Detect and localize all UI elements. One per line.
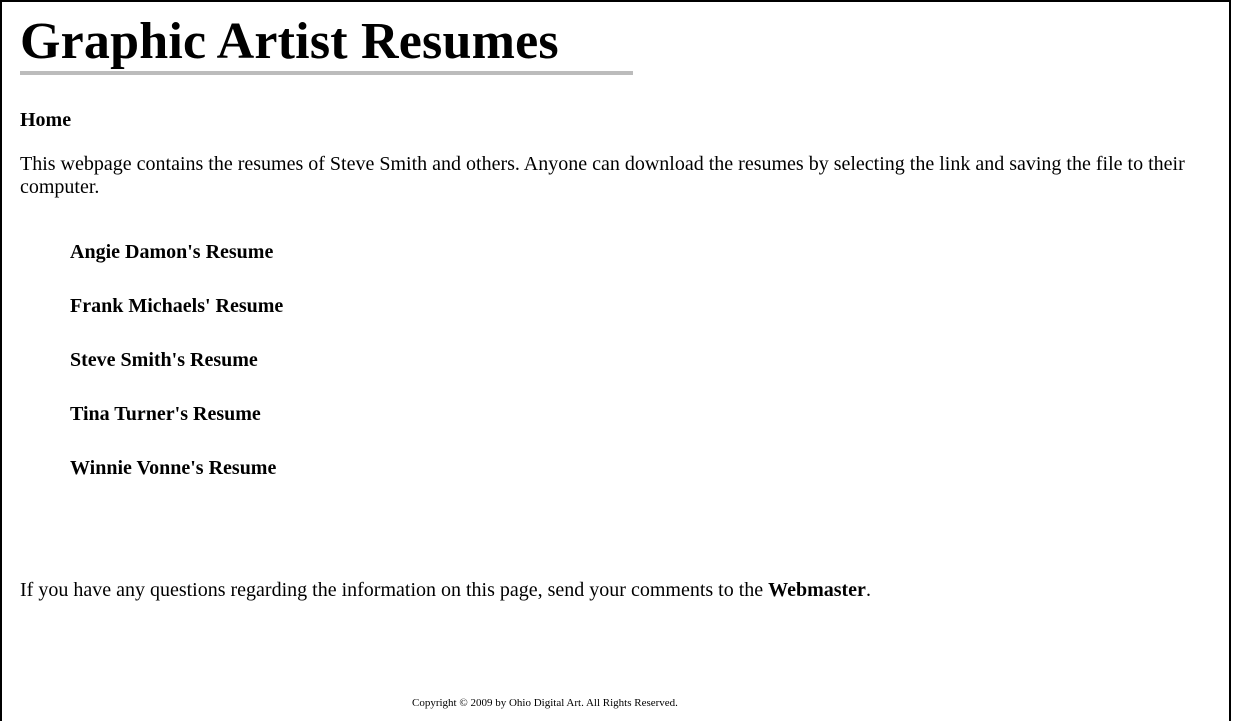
resume-link-winnie-vonne[interactable]: Winnie Vonne's Resume	[70, 457, 276, 479]
resume-link-steve-smith[interactable]: Steve Smith's Resume	[70, 349, 258, 371]
intro-paragraph: This webpage contains the resumes of Ste…	[20, 153, 1185, 198]
title-underline	[20, 71, 633, 75]
webmaster-link[interactable]: Webmaster	[768, 579, 866, 601]
list-item: Angie Damon's Resume	[70, 241, 283, 295]
list-item: Steve Smith's Resume	[70, 349, 283, 403]
resume-link-tina-turner[interactable]: Tina Turner's Resume	[70, 403, 261, 425]
resume-link-angie-damon[interactable]: Angie Damon's Resume	[70, 241, 273, 263]
resume-list: Angie Damon's Resume Frank Michaels' Res…	[70, 241, 283, 511]
questions-paragraph: If you have any questions regarding the …	[20, 579, 871, 602]
home-link[interactable]: Home	[20, 109, 71, 132]
list-item: Tina Turner's Resume	[70, 403, 283, 457]
list-item: Winnie Vonne's Resume	[70, 457, 283, 511]
questions-end: .	[865, 579, 871, 601]
list-item: Frank Michaels' Resume	[70, 295, 283, 349]
questions-text: If you have any questions regarding the …	[20, 579, 769, 601]
page-title: Graphic Artist Resumes	[20, 13, 559, 70]
copyright-notice: Copyright © 2009 by Ohio Digital Art. Al…	[412, 697, 678, 709]
resume-link-frank-michaels[interactable]: Frank Michaels' Resume	[70, 295, 283, 317]
